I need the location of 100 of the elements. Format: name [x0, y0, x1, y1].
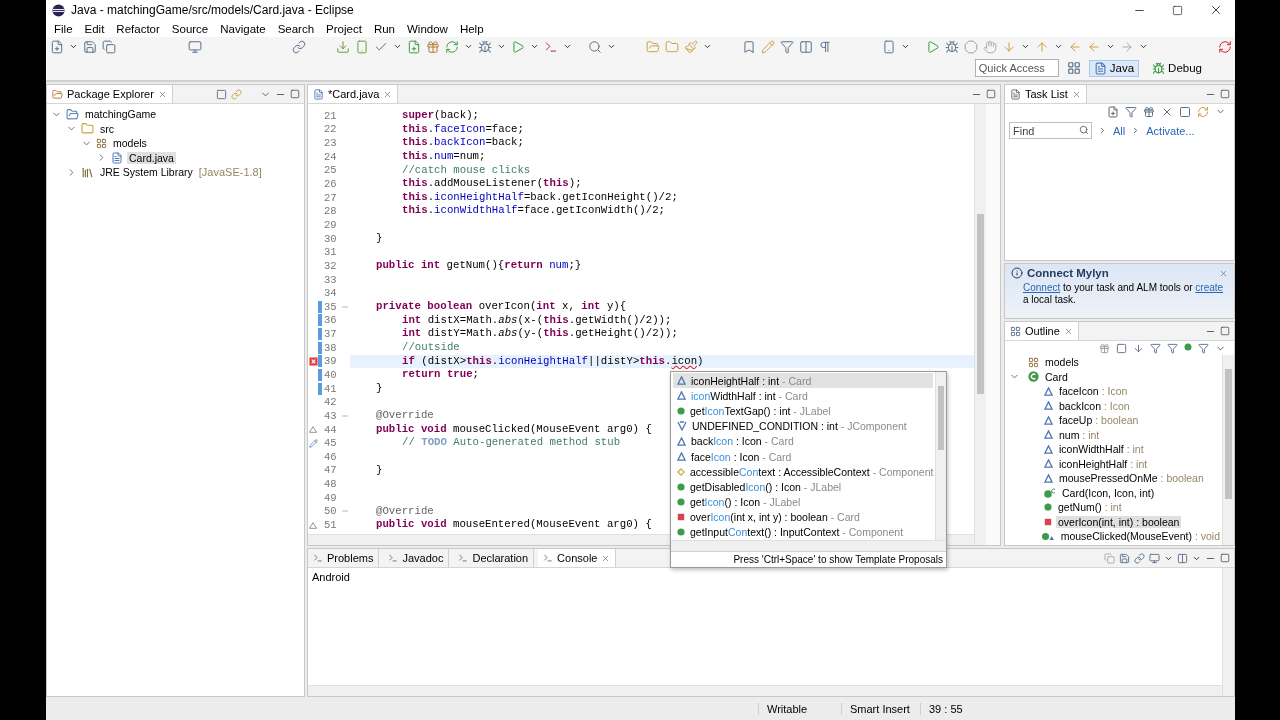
step-return-icon[interactable] — [1035, 39, 1049, 54]
menu-item[interactable]: Edit — [78, 20, 111, 37]
maximize-icon[interactable] — [986, 89, 996, 99]
filter-icon[interactable] — [1125, 106, 1137, 118]
hide-static-icon[interactable] — [1167, 343, 1178, 354]
save-icon[interactable] — [83, 39, 97, 54]
tree-item[interactable]: JRE System Library — [98, 166, 195, 179]
close-icon[interactable] — [1209, 3, 1223, 17]
caret-icon[interactable] — [1106, 42, 1115, 51]
scrollbar-thumb[interactable] — [938, 386, 944, 450]
copy-icon[interactable] — [1104, 552, 1115, 564]
tree-item[interactable]: models — [111, 137, 149, 150]
proposal-item[interactable]: iconWidthHalf : int - Card — [673, 388, 934, 404]
forward-icon[interactable] — [1120, 39, 1134, 54]
caret-icon[interactable] — [530, 42, 539, 51]
caret-icon[interactable] — [901, 42, 910, 51]
proposal-item[interactable]: iconHeightHalf : int - Card — [673, 373, 934, 389]
brush-icon[interactable] — [684, 39, 698, 54]
menu-item[interactable]: Source — [165, 20, 215, 37]
device-icon[interactable] — [882, 39, 896, 54]
proposal-item[interactable]: UNDEFINED_CONDITION : int - JComponent — [673, 418, 934, 434]
sync-icon[interactable] — [1197, 106, 1209, 118]
find-field[interactable]: Find — [1009, 122, 1092, 139]
resume-icon[interactable] — [926, 39, 940, 54]
menu-item[interactable]: Window — [401, 20, 454, 37]
collapse-all-icon[interactable] — [1179, 106, 1191, 118]
new-task-icon[interactable] — [1107, 106, 1119, 118]
pilcrow-icon[interactable] — [818, 39, 832, 54]
outline-item[interactable]: getNum() : int — [1056, 501, 1124, 514]
menu-item[interactable]: Refactor — [110, 20, 166, 37]
caret-icon[interactable] — [1139, 42, 1148, 51]
phone-icon[interactable] — [355, 39, 369, 54]
menu-item[interactable]: Project — [320, 20, 368, 37]
tree-item[interactable]: src — [98, 122, 116, 135]
refresh-icon[interactable] — [445, 39, 459, 54]
menu-item[interactable]: Help — [453, 20, 490, 37]
outline-item[interactable]: Card — [1043, 370, 1070, 383]
view-tab[interactable]: Declaration — [453, 549, 535, 567]
caret-icon[interactable] — [1021, 42, 1030, 51]
menu-item[interactable]: Navigate — [214, 20, 272, 37]
vertical-scrollbar[interactable] — [974, 104, 986, 545]
monitor-icon[interactable] — [188, 39, 202, 54]
outline-item[interactable]: models — [1043, 356, 1081, 369]
proposal-item[interactable]: backIcon : Icon - Card — [673, 433, 934, 449]
caret-icon[interactable] — [703, 42, 712, 51]
caret-icon[interactable] — [563, 42, 572, 51]
view-tab[interactable]: Package Explorer — [47, 85, 173, 103]
view-tab[interactable]: Console — [538, 549, 617, 567]
back-icon[interactable] — [1087, 39, 1101, 54]
vertical-scrollbar[interactable] — [1222, 568, 1234, 696]
view-tab[interactable]: Task List — [1005, 85, 1087, 103]
caret-icon[interactable] — [69, 42, 78, 51]
menu-item[interactable]: Search — [271, 20, 321, 37]
debug-icon[interactable] — [478, 39, 492, 54]
view-tab[interactable]: Problems — [308, 549, 380, 567]
proposal-item[interactable]: faceIcon : Icon - Card — [673, 448, 934, 465]
save-all-icon[interactable] — [102, 39, 116, 54]
hide-local-types-icon[interactable] — [1198, 343, 1209, 354]
display-console-icon[interactable] — [1149, 552, 1160, 564]
folder-icon[interactable] — [665, 39, 679, 54]
clear-icon[interactable] — [1161, 106, 1173, 118]
proposal-item[interactable]: accessibleContext : AccessibleContext - Component — [673, 464, 934, 480]
menu-item[interactable]: Run — [367, 20, 401, 37]
maximize-icon[interactable] — [1172, 4, 1183, 16]
editor-tab[interactable]: *Card.java — [308, 85, 399, 103]
outline-item[interactable]: overIcon(int, int) : boolean — [1056, 515, 1182, 528]
link[interactable]: create — [1195, 282, 1224, 293]
caret-icon[interactable] — [464, 42, 473, 51]
link[interactable]: Connect — [1023, 282, 1061, 293]
run-icon[interactable] — [511, 39, 525, 54]
filter-icon[interactable] — [780, 39, 794, 54]
vertical-scrollbar[interactable] — [1222, 355, 1234, 545]
proposal-item[interactable]: getIconTextGap() : int - JLabel — [673, 403, 934, 419]
scrollbar-thumb[interactable] — [1225, 369, 1232, 499]
collapse-all-icon[interactable] — [1116, 343, 1127, 354]
circle-icon[interactable] — [1184, 343, 1192, 351]
maximize-icon[interactable] — [1220, 89, 1230, 99]
horizontal-scrollbar[interactable] — [308, 685, 1222, 696]
proposal-item[interactable]: getInputContext() : InputContext - Component — [673, 524, 934, 541]
perspective-button[interactable]: Debug — [1147, 59, 1207, 77]
link[interactable]: Activate... — [1146, 124, 1195, 137]
new-file-icon[interactable] — [50, 39, 64, 54]
perspective-button[interactable]: Java — [1088, 59, 1140, 77]
view-tab[interactable]: Outline — [1005, 322, 1079, 340]
outline-item[interactable]: mouseClicked(MouseEvent) : void — [1058, 530, 1222, 543]
proposal-item[interactable]: getIcon() : Icon - JLabel — [673, 494, 934, 510]
sort-icon[interactable] — [1133, 343, 1144, 354]
proposal-item[interactable]: getDisabledIcon() : Icon - JLabel — [673, 479, 934, 495]
outline-item[interactable]: faceIcon : Icon — [1057, 385, 1130, 398]
maximize-icon[interactable] — [290, 89, 300, 99]
link-icon[interactable] — [292, 39, 306, 54]
folder-icon[interactable] — [646, 39, 660, 54]
tree-item[interactable]: matchingGame — [83, 108, 159, 121]
collapse-all-icon[interactable] — [216, 88, 227, 100]
bookmark-icon[interactable] — [742, 39, 756, 54]
search-icon[interactable] — [588, 39, 602, 54]
vertical-scrollbar[interactable] — [935, 372, 946, 540]
quick-access-field[interactable]: Quick Access — [974, 59, 1059, 77]
outline-item[interactable]: backIcon : Icon — [1057, 399, 1132, 412]
maximize-icon[interactable] — [1220, 326, 1230, 336]
